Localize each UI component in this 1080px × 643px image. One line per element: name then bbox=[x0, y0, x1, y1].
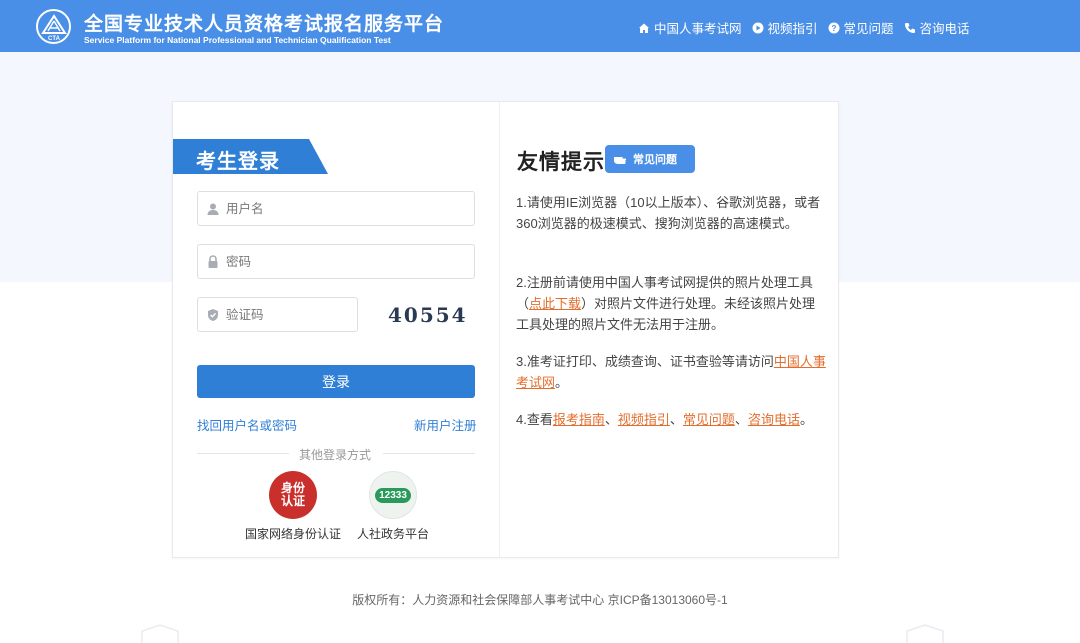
tip-1: 1.请使用IE浏览器（10以上版本）、谷歌浏览器，或者360浏览器的极速模式、搜… bbox=[516, 195, 821, 231]
captcha-input[interactable] bbox=[226, 298, 357, 331]
username-field[interactable] bbox=[197, 191, 475, 226]
user-icon bbox=[206, 202, 220, 216]
nav-phone-label: 咨询电话 bbox=[919, 22, 970, 36]
password-input[interactable] bbox=[226, 245, 474, 278]
hotline-link[interactable]: 咨询电话 bbox=[748, 412, 800, 427]
shield-icon bbox=[206, 308, 220, 322]
other-login-label: 其他登录方式 bbox=[299, 448, 372, 462]
cta-logo[interactable]: CTA bbox=[36, 9, 71, 44]
site-title: 全国专业技术人员资格考试报名服务平台 bbox=[84, 14, 445, 35]
top-nav: 中国人事考试网 视频指引 ? 常见问题 咨询电话 bbox=[638, 18, 970, 37]
exam-guide-link[interactable]: 报考指南 bbox=[553, 412, 605, 427]
divider-right bbox=[383, 453, 475, 454]
nav-faq[interactable]: ? 常见问题 bbox=[828, 18, 894, 37]
captcha-text: 40554 bbox=[388, 303, 468, 327]
question-icon: ? bbox=[828, 22, 840, 33]
faq-badge[interactable]: 常见问题 bbox=[605, 145, 695, 173]
video-guide-link[interactable]: 视频指引 bbox=[618, 412, 670, 427]
captcha-image[interactable]: 40554 bbox=[388, 300, 476, 330]
login-button[interactable]: 登录 bbox=[197, 365, 475, 398]
site-subtitle: Service Platform for National Profession… bbox=[84, 35, 391, 45]
top-header: CTA 全国专业技术人员资格考试报名服务平台 Service Platform … bbox=[0, 0, 1080, 52]
nav-phone[interactable]: 咨询电话 bbox=[904, 18, 970, 37]
national-id-login[interactable]: 身份认证 国家网络身份认证 bbox=[243, 471, 343, 542]
password-field[interactable] bbox=[197, 244, 475, 279]
id-auth-icon: 身份认证 bbox=[269, 471, 317, 519]
captcha-field[interactable] bbox=[197, 297, 358, 332]
nav-faq-label: 常见问题 bbox=[843, 22, 894, 36]
hand-point-icon bbox=[614, 157, 627, 164]
hrss-platform-login[interactable]: 12333 人社政务平台 bbox=[343, 471, 443, 542]
login-card: 考生登录 40554 登录 找回用户名或密码 新用户注册 其他登录方式 身份认证… bbox=[172, 101, 839, 558]
footer-copyright: 版权所有：人力资源和社会保障部人事考试中心 京ICP备13013060号-1 bbox=[352, 593, 728, 607]
hrss-12333-icon: 12333 bbox=[369, 471, 417, 519]
nav-video-label: 视频指引 bbox=[767, 22, 818, 36]
logo-emblem-icon: CTA bbox=[40, 13, 67, 42]
building-watermark-icon bbox=[141, 624, 179, 643]
phone-icon bbox=[904, 22, 915, 33]
building-watermark-icon bbox=[906, 624, 944, 643]
nav-home[interactable]: 中国人事考试网 bbox=[638, 18, 742, 37]
photo-tool-download-link[interactable]: 点此下载 bbox=[529, 296, 581, 311]
hrss-platform-label: 人社政务平台 bbox=[356, 527, 429, 541]
register-link[interactable]: 新用户注册 bbox=[414, 415, 477, 434]
forgot-credentials-link[interactable]: 找回用户名或密码 bbox=[197, 415, 297, 434]
nav-video-guide[interactable]: 视频指引 bbox=[752, 18, 818, 37]
faq-badge-label: 常见问题 bbox=[633, 154, 677, 166]
play-icon bbox=[752, 22, 764, 33]
svg-text:CTA: CTA bbox=[48, 36, 61, 42]
lock-icon bbox=[206, 254, 220, 269]
faq-link[interactable]: 常见问题 bbox=[683, 412, 735, 427]
national-id-label: 国家网络身份认证 bbox=[244, 527, 341, 541]
tips-title: 友情提示 bbox=[517, 151, 605, 174]
svg-text:?: ? bbox=[831, 24, 836, 33]
tip-2: 2.注册前请使用中国人事考试网提供的照片处理工具（点此下载）对照片文件进行处理。… bbox=[516, 275, 816, 332]
nav-home-label: 中国人事考试网 bbox=[654, 22, 742, 36]
tip-3: 3.准考证打印、成绩查询、证书查验等请访问中国人事考试网。 bbox=[516, 354, 826, 390]
tip-4: 4.查看报考指南、视频指引、常见问题、咨询电话。 bbox=[516, 412, 813, 427]
username-input[interactable] bbox=[226, 192, 474, 225]
home-icon bbox=[639, 23, 649, 33]
login-tab-label: 考生登录 bbox=[196, 151, 280, 173]
divider-left bbox=[197, 453, 289, 454]
card-divider bbox=[499, 102, 500, 557]
